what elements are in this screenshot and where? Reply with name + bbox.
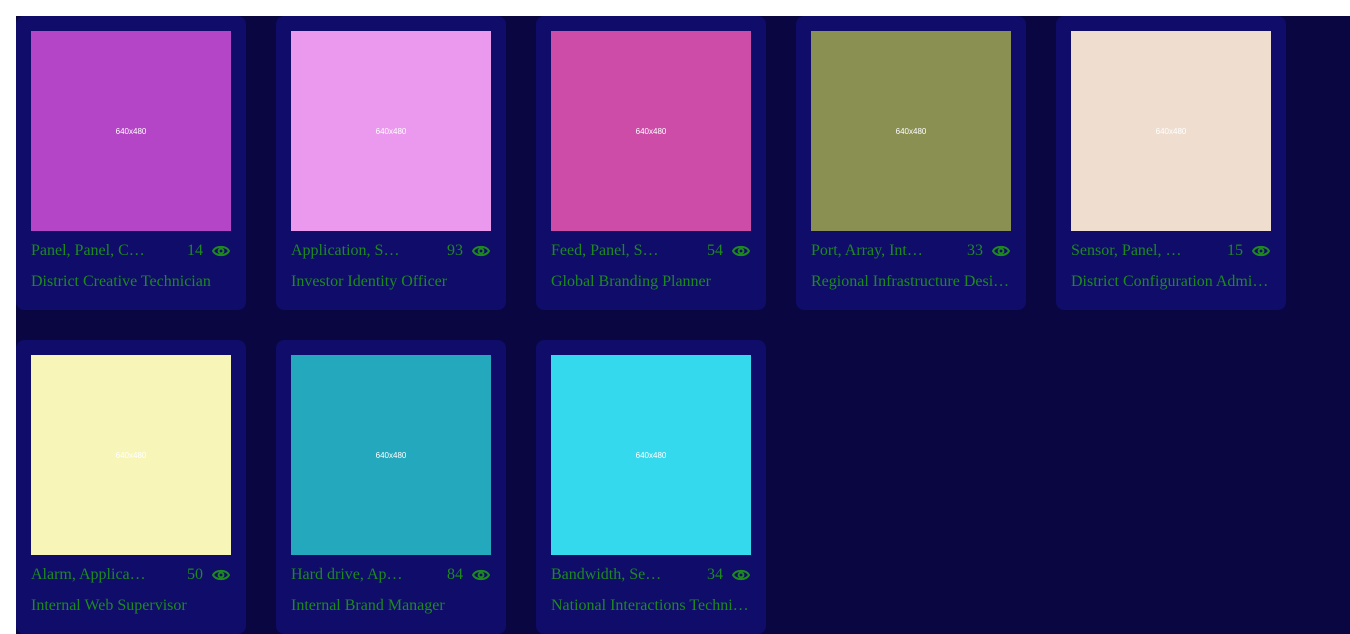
card-title[interactable]: National Interactions Techni… xyxy=(551,597,751,615)
card-tags: Port, Array, Int… xyxy=(811,242,923,259)
card-item[interactable]: 640x480 Panel, Panel, C… 14 District Cre… xyxy=(16,16,246,310)
card-image[interactable]: 640x480 xyxy=(1071,31,1271,231)
card-meta: Application, S… 93 xyxy=(291,241,491,261)
card-title[interactable]: Regional Infrastructure Desi… xyxy=(811,273,1011,291)
eye-icon[interactable] xyxy=(991,241,1011,261)
card-item[interactable]: 640x480 Application, S… 93 Investor Iden… xyxy=(276,16,506,310)
eye-icon[interactable] xyxy=(471,565,491,585)
card-title[interactable]: Global Branding Planner xyxy=(551,273,751,291)
card-title[interactable]: Internal Web Supervisor xyxy=(31,597,231,615)
card-item[interactable]: 640x480 Alarm, Applica… 50 Internal Web … xyxy=(16,340,246,634)
view-count: 14 xyxy=(187,242,203,259)
card-image[interactable]: 640x480 xyxy=(551,355,751,555)
card-image[interactable]: 640x480 xyxy=(31,31,231,231)
card-tags: Alarm, Applica… xyxy=(31,566,146,583)
view-count: 54 xyxy=(707,242,723,259)
card-title[interactable]: District Configuration Admi… xyxy=(1071,273,1271,291)
card-title[interactable]: District Creative Technician xyxy=(31,273,231,291)
card-meta: Alarm, Applica… 50 xyxy=(31,565,231,585)
card-tags: Hard drive, Ap… xyxy=(291,566,403,583)
card-title[interactable]: Investor Identity Officer xyxy=(291,273,491,291)
eye-icon[interactable] xyxy=(471,241,491,261)
view-count: 33 xyxy=(967,242,983,259)
card-image[interactable]: 640x480 xyxy=(551,31,751,231)
view-count: 84 xyxy=(447,566,463,583)
card-title[interactable]: Internal Brand Manager xyxy=(291,597,491,615)
card-item[interactable]: 640x480 Sensor, Panel, … 15 District Con… xyxy=(1056,16,1286,310)
card-tags: Bandwidth, Se… xyxy=(551,566,662,583)
eye-icon[interactable] xyxy=(731,241,751,261)
eye-icon[interactable] xyxy=(211,241,231,261)
card-item[interactable]: 640x480 Bandwidth, Se… 34 National Inter… xyxy=(536,340,766,634)
card-image[interactable]: 640x480 xyxy=(291,355,491,555)
card-tags: Sensor, Panel, … xyxy=(1071,242,1182,259)
card-item[interactable]: 640x480 Feed, Panel, S… 54 Global Brandi… xyxy=(536,16,766,310)
eye-icon[interactable] xyxy=(731,565,751,585)
eye-icon[interactable] xyxy=(1251,241,1271,261)
card-meta: Feed, Panel, S… 54 xyxy=(551,241,751,261)
view-count: 50 xyxy=(187,566,203,583)
card-image[interactable]: 640x480 xyxy=(291,31,491,231)
card-meta: Hard drive, Ap… 84 xyxy=(291,565,491,585)
card-item[interactable]: 640x480 Port, Array, Int… 33 Regional In… xyxy=(796,16,1026,310)
eye-icon[interactable] xyxy=(211,565,231,585)
card-meta: Sensor, Panel, … 15 xyxy=(1071,241,1271,261)
card-item[interactable]: 640x480 Hard drive, Ap… 84 Internal Bran… xyxy=(276,340,506,634)
card-image[interactable]: 640x480 xyxy=(31,355,231,555)
view-count: 34 xyxy=(707,566,723,583)
card-image[interactable]: 640x480 xyxy=(811,31,1011,231)
view-count: 15 xyxy=(1227,242,1243,259)
card-gallery: 640x480 Panel, Panel, C… 14 District Cre… xyxy=(16,16,1350,634)
card-tags: Application, S… xyxy=(291,242,400,259)
card-tags: Panel, Panel, C… xyxy=(31,242,145,259)
card-meta: Panel, Panel, C… 14 xyxy=(31,241,231,261)
view-count: 93 xyxy=(447,242,463,259)
card-tags: Feed, Panel, S… xyxy=(551,242,659,259)
card-meta: Bandwidth, Se… 34 xyxy=(551,565,751,585)
card-meta: Port, Array, Int… 33 xyxy=(811,241,1011,261)
